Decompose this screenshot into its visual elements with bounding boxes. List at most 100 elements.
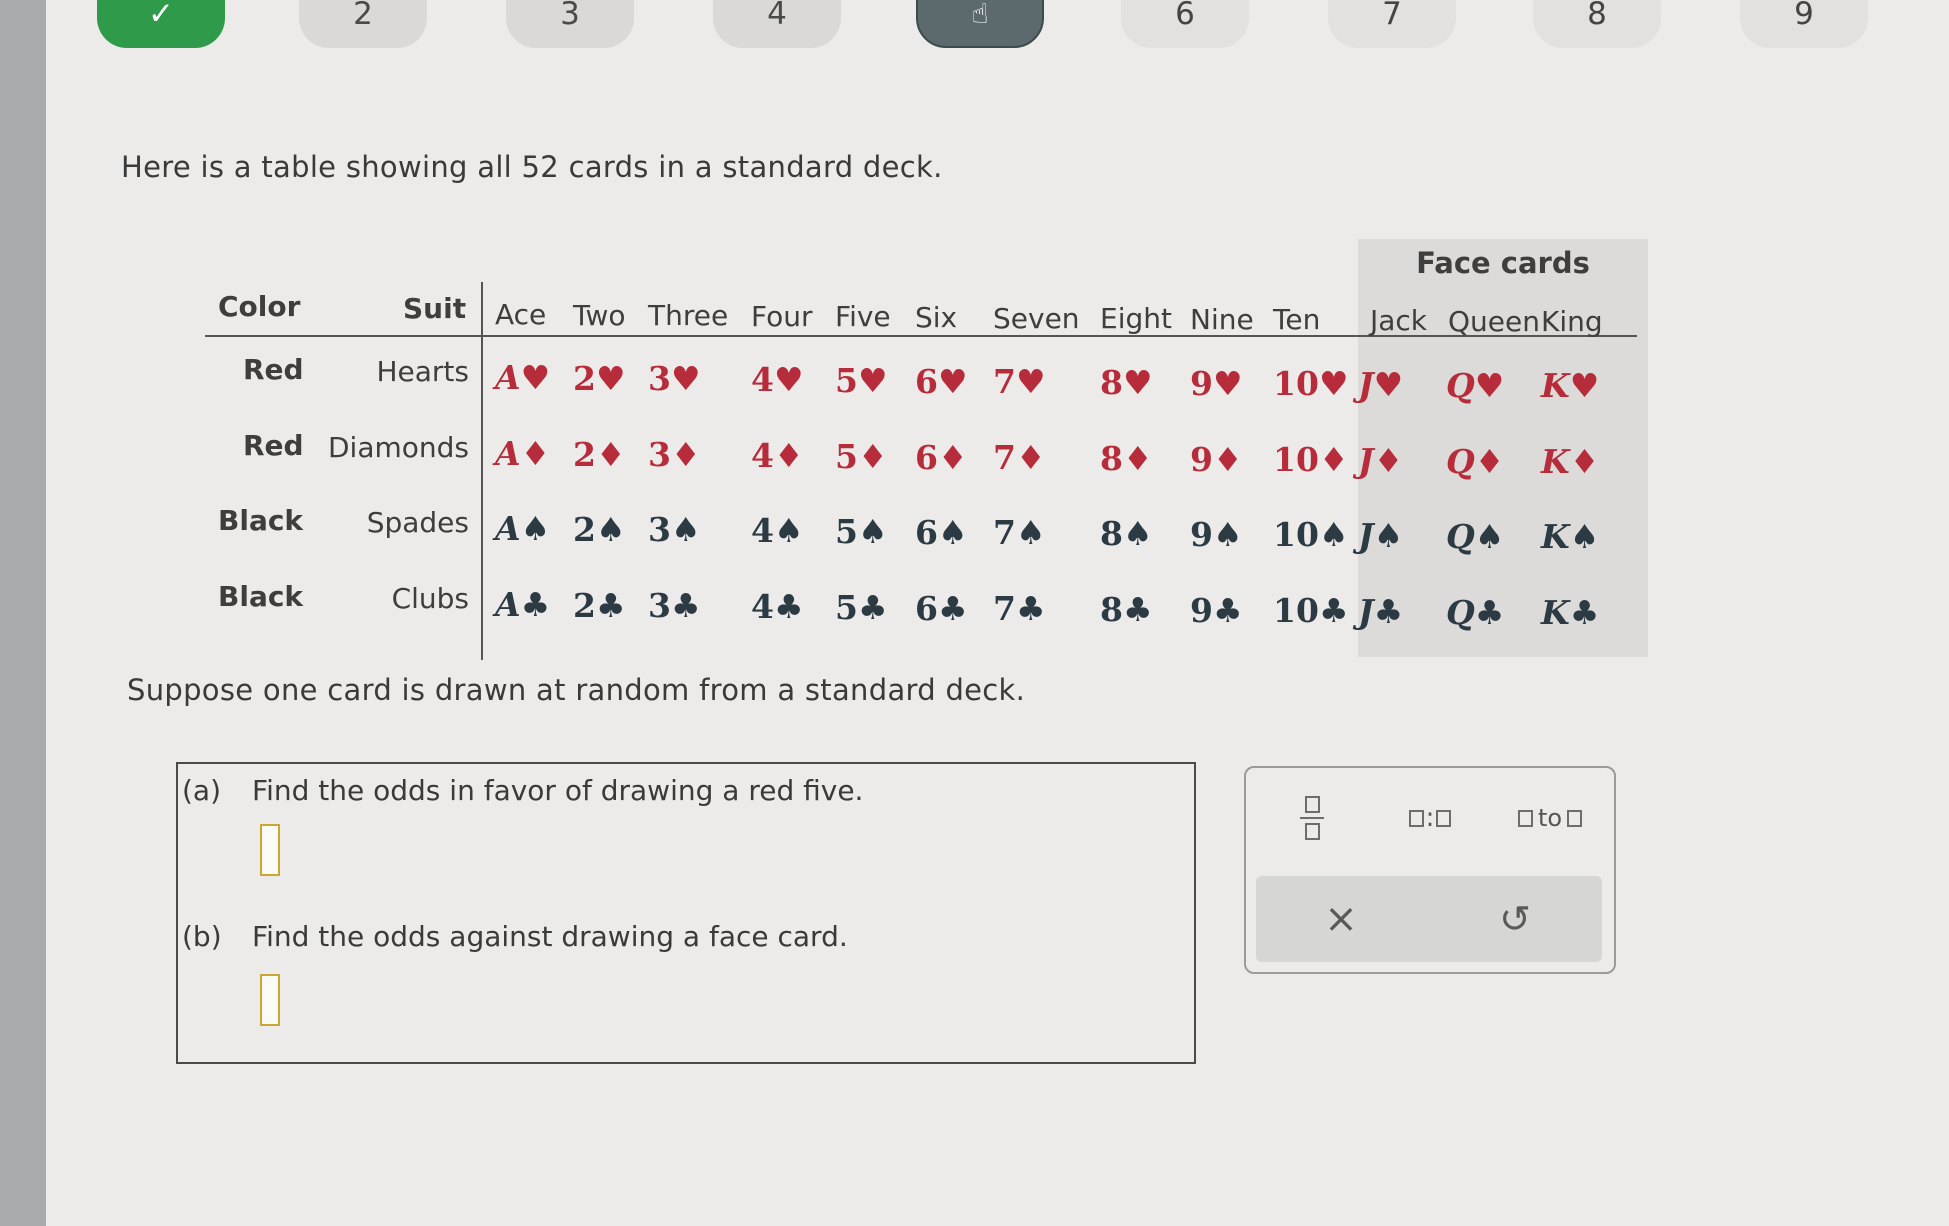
- card-rank: 6: [915, 361, 938, 401]
- spades-suit-icon: ♠: [1212, 514, 1243, 554]
- question-nav: ✓ 2 3 4 ☝ 6 7 8 9: [0, 0, 1949, 62]
- card-6-spades: 6♠: [915, 513, 968, 552]
- answer-b-input[interactable]: [260, 974, 280, 1026]
- spades-suit-icon: ♠: [1373, 516, 1404, 555]
- row-color-label: Black: [218, 504, 304, 537]
- spades-suit-icon: ♠: [1015, 513, 1046, 553]
- question-b-text: Find the odds against drawing a face car…: [252, 920, 848, 953]
- hearts-suit-icon: ♥: [773, 360, 804, 400]
- card-q-clubs: Q♣: [1446, 593, 1504, 632]
- ratio-to-button[interactable]: to: [1500, 788, 1600, 848]
- row-suit-label: Hearts: [376, 355, 469, 388]
- card-rank: 8: [1100, 438, 1123, 478]
- rank-header-queen: Queen: [1448, 304, 1540, 338]
- fraction-bar-icon: [1300, 817, 1324, 819]
- card-9-diamonds: 9♦: [1190, 440, 1243, 479]
- question-box: (a) Find the odds in favor of drawing a …: [176, 762, 1196, 1064]
- keypad-action-bar: × ↺: [1256, 876, 1602, 962]
- rank-header-three: Three: [648, 299, 729, 333]
- spades-suit-icon: ♠: [670, 510, 701, 550]
- card-rank: Q: [1446, 365, 1475, 405]
- clubs-suit-icon: ♣: [1318, 591, 1349, 631]
- card-q-hearts: Q♥: [1446, 366, 1504, 405]
- card-5-spades: 5♠: [835, 512, 888, 551]
- row-suit-label: Spades: [366, 506, 469, 539]
- card-j-clubs: J♣: [1358, 592, 1403, 631]
- ratio-colon-button[interactable]: :: [1392, 788, 1468, 848]
- spades-suit-icon: ♠: [595, 509, 626, 549]
- clubs-suit-icon: ♣: [520, 585, 551, 624]
- card-rank: J: [1358, 516, 1374, 555]
- card-a-clubs: A♣: [495, 585, 550, 624]
- clubs-suit-icon: ♣: [595, 585, 626, 625]
- question-9-nav-button[interactable]: 9: [1740, 0, 1868, 48]
- diamonds-suit-icon: ♦: [520, 434, 551, 473]
- question-a-text: Find the odds in favor of drawing a red …: [252, 774, 864, 807]
- rank-header-king: King: [1541, 305, 1603, 339]
- hearts-suit-icon: ♥: [857, 360, 888, 400]
- card-k-hearts: K♥: [1541, 366, 1599, 405]
- rank-header-nine: Nine: [1190, 302, 1254, 336]
- question-b-letter: (b): [182, 920, 222, 953]
- card-rank: K: [1541, 366, 1570, 406]
- question-4-nav-button[interactable]: 4: [713, 0, 841, 48]
- card-8-diamonds: 8♦: [1100, 439, 1153, 478]
- denominator-box-icon: [1304, 823, 1320, 840]
- face-cards-label: Face cards: [1416, 246, 1590, 280]
- nav-label: 2: [353, 0, 373, 32]
- card-5-hearts: 5♥: [835, 361, 888, 400]
- card-6-hearts: 6♥: [915, 362, 968, 401]
- left-bezel: [0, 0, 46, 1226]
- clear-button[interactable]: ×: [1296, 884, 1386, 954]
- card-k-clubs: K♣: [1541, 593, 1599, 632]
- question-a-letter: (a): [182, 774, 222, 807]
- box-icon: [1567, 809, 1583, 827]
- card-7-hearts: 7♥: [993, 362, 1046, 401]
- numerator-box-icon: [1304, 796, 1320, 813]
- card-k-diamonds: K♦: [1541, 442, 1599, 481]
- card-4-clubs: 4♣: [751, 587, 804, 626]
- card-rank: 5: [835, 360, 858, 400]
- clubs-suit-icon: ♣: [857, 587, 888, 627]
- answer-a-input[interactable]: [260, 824, 280, 876]
- box-icon: [1408, 809, 1424, 827]
- hearts-suit-icon: ♥: [1212, 363, 1243, 403]
- card-9-spades: 9♠: [1190, 515, 1243, 554]
- card-rank: 10: [1273, 440, 1319, 480]
- to-label: to: [1537, 804, 1563, 832]
- question-7-nav-button[interactable]: 7: [1328, 0, 1456, 48]
- card-2-hearts: 2♥: [573, 359, 626, 398]
- card-rank: 5: [835, 511, 858, 551]
- clubs-suit-icon: ♣: [1212, 590, 1243, 630]
- rank-header-ten: Ten: [1273, 303, 1321, 337]
- undo-button[interactable]: ↺: [1470, 884, 1560, 954]
- card-6-clubs: 6♣: [915, 589, 968, 628]
- question-6-nav-button[interactable]: 6: [1121, 0, 1249, 48]
- clubs-suit-icon: ♣: [1122, 589, 1153, 629]
- question-2-nav-button[interactable]: 2: [299, 0, 427, 48]
- row-color-label: Red: [243, 429, 304, 462]
- question-3-nav-button[interactable]: 3: [506, 0, 634, 48]
- card-rank: 7: [993, 589, 1016, 629]
- hearts-suit-icon: ♥: [1318, 364, 1349, 404]
- question-5-nav-button[interactable]: ☝: [916, 0, 1044, 48]
- clubs-suit-icon: ♣: [670, 586, 701, 626]
- card-q-spades: Q♠: [1446, 517, 1504, 556]
- clubs-suit-icon: ♣: [1569, 593, 1600, 633]
- clubs-suit-icon: ♣: [1373, 592, 1404, 631]
- card-rank: 3: [648, 359, 671, 399]
- card-rank: J: [1358, 592, 1374, 631]
- card-4-hearts: 4♥: [751, 360, 804, 399]
- card-rank: 9: [1190, 590, 1213, 630]
- row-color-label: Black: [218, 580, 304, 613]
- rank-header-six: Six: [915, 301, 958, 334]
- card-rank: 4: [751, 436, 774, 476]
- question-8-nav-button[interactable]: 8: [1533, 0, 1661, 48]
- rank-header-four: Four: [751, 299, 813, 333]
- fraction-button[interactable]: [1282, 788, 1342, 848]
- card-rank: 7: [993, 513, 1016, 553]
- card-rank: 8: [1100, 589, 1123, 629]
- question-1-nav-button[interactable]: ✓: [97, 0, 225, 48]
- undo-icon: ↺: [1499, 897, 1531, 941]
- card-rank: 2: [573, 509, 596, 549]
